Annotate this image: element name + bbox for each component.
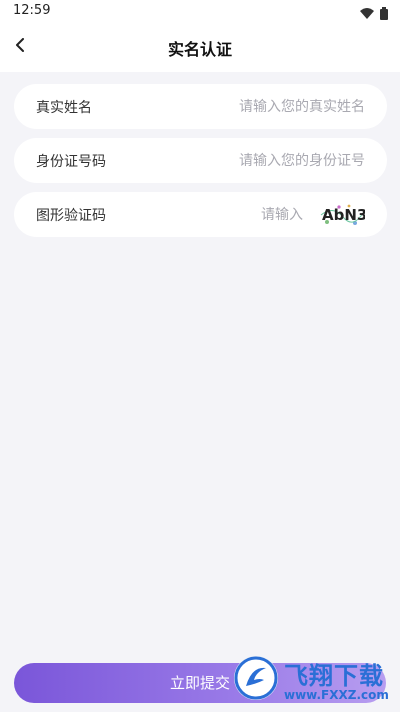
name-field: 真实姓名 (14, 84, 387, 129)
name-input[interactable] (165, 96, 365, 118)
id-number-input[interactable] (165, 150, 365, 172)
verification-form: 真实姓名 身份证号码 图形验证码 AbN3 (14, 84, 387, 246)
header: 实名认证 (0, 24, 400, 72)
captcha-field: 图形验证码 AbN3 (14, 192, 387, 237)
name-label: 真实姓名 (36, 100, 92, 116)
screen: 12:59 实名认证 真实姓名 身份证号码 (0, 0, 400, 712)
captcha-label: 图形验证码 (36, 208, 106, 224)
page-title: 实名认证 (167, 40, 232, 59)
watermark-title: 飞翔下载 (284, 662, 384, 690)
watermark-url: www.FXXZ.com (284, 688, 389, 702)
id-number-label: 身份证号码 (36, 154, 106, 170)
watermark-logo-icon (234, 656, 278, 700)
battery-icon (380, 5, 388, 24)
status-icons (360, 5, 388, 24)
status-bar: 12:59 (0, 0, 400, 24)
captcha-image[interactable]: AbN3 (319, 201, 367, 229)
wifi-icon (360, 5, 374, 24)
watermark: 飞翔下载 www.FXXZ.com (234, 652, 394, 708)
captcha-text: AbN3 (322, 206, 365, 224)
id-number-field: 身份证号码 (14, 138, 387, 183)
top-area: 12:59 实名认证 (0, 0, 400, 72)
status-time: 12:59 (13, 3, 51, 18)
captcha-input[interactable] (213, 204, 303, 226)
